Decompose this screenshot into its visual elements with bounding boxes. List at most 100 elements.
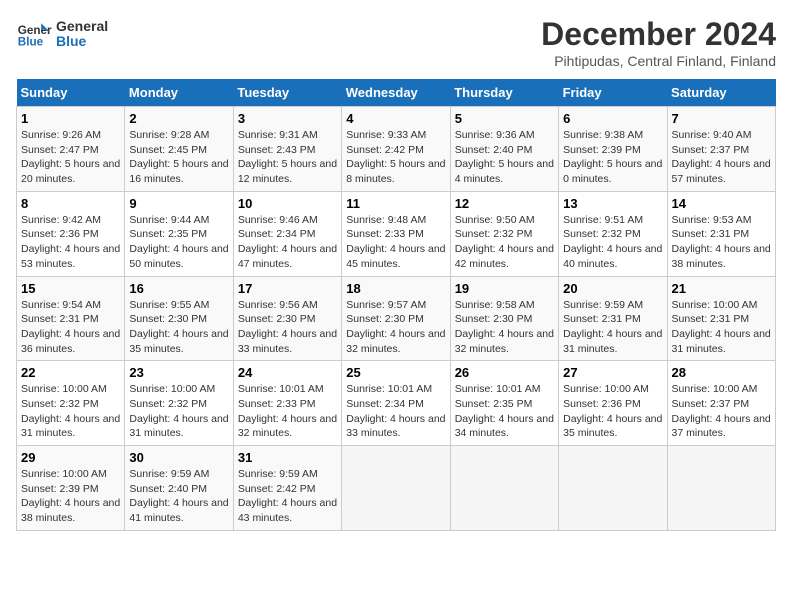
daylight: Daylight: 4 hours and 53 minutes. — [21, 243, 120, 270]
calendar-cell: 1 Sunrise: 9:26 AM Sunset: 2:47 PM Dayli… — [17, 107, 125, 192]
sunset: Sunset: 2:34 PM — [346, 398, 424, 410]
sunset: Sunset: 2:37 PM — [672, 144, 750, 156]
day-info: Sunrise: 9:57 AM Sunset: 2:30 PM Dayligh… — [346, 298, 445, 357]
day-number: 28 — [672, 365, 771, 380]
day-info: Sunrise: 9:33 AM Sunset: 2:42 PM Dayligh… — [346, 128, 445, 187]
calendar-cell: 20 Sunrise: 9:59 AM Sunset: 2:31 PM Dayl… — [559, 276, 667, 361]
daylight: Daylight: 4 hours and 40 minutes. — [563, 243, 662, 270]
daylight: Daylight: 4 hours and 38 minutes. — [21, 497, 120, 524]
daylight: Daylight: 4 hours and 47 minutes. — [238, 243, 337, 270]
sunset: Sunset: 2:45 PM — [129, 144, 207, 156]
day-number: 26 — [455, 365, 554, 380]
sunset: Sunset: 2:32 PM — [455, 228, 533, 240]
sunrise: Sunrise: 10:01 AM — [346, 383, 432, 395]
sunrise: Sunrise: 9:51 AM — [563, 214, 643, 226]
sunrise: Sunrise: 10:00 AM — [129, 383, 215, 395]
sunset: Sunset: 2:39 PM — [563, 144, 641, 156]
day-number: 16 — [129, 281, 228, 296]
sunset: Sunset: 2:32 PM — [563, 228, 641, 240]
subtitle: Pihtipudas, Central Finland, Finland — [541, 53, 776, 69]
sunset: Sunset: 2:33 PM — [238, 398, 316, 410]
calendar-cell: 18 Sunrise: 9:57 AM Sunset: 2:30 PM Dayl… — [342, 276, 450, 361]
calendar-body: 1 Sunrise: 9:26 AM Sunset: 2:47 PM Dayli… — [17, 107, 776, 531]
day-info: Sunrise: 9:44 AM Sunset: 2:35 PM Dayligh… — [129, 213, 228, 272]
sunrise: Sunrise: 9:59 AM — [563, 299, 643, 311]
day-info: Sunrise: 9:56 AM Sunset: 2:30 PM Dayligh… — [238, 298, 337, 357]
daylight: Daylight: 4 hours and 57 minutes. — [672, 158, 771, 185]
sunset: Sunset: 2:37 PM — [672, 398, 750, 410]
calendar-cell: 28 Sunrise: 10:00 AM Sunset: 2:37 PM Day… — [667, 361, 775, 446]
sunrise: Sunrise: 9:42 AM — [21, 214, 101, 226]
calendar-cell: 21 Sunrise: 10:00 AM Sunset: 2:31 PM Day… — [667, 276, 775, 361]
day-number: 29 — [21, 450, 120, 465]
sunset: Sunset: 2:36 PM — [563, 398, 641, 410]
calendar-cell: 14 Sunrise: 9:53 AM Sunset: 2:31 PM Dayl… — [667, 191, 775, 276]
day-number: 24 — [238, 365, 337, 380]
day-number: 17 — [238, 281, 337, 296]
daylight: Daylight: 5 hours and 20 minutes. — [21, 158, 120, 185]
day-info: Sunrise: 9:36 AM Sunset: 2:40 PM Dayligh… — [455, 128, 554, 187]
column-header-monday: Monday — [125, 79, 233, 107]
daylight: Daylight: 4 hours and 37 minutes. — [672, 413, 771, 440]
sunset: Sunset: 2:30 PM — [346, 313, 424, 325]
day-info: Sunrise: 9:28 AM Sunset: 2:45 PM Dayligh… — [129, 128, 228, 187]
calendar-cell: 4 Sunrise: 9:33 AM Sunset: 2:42 PM Dayli… — [342, 107, 450, 192]
day-number: 2 — [129, 111, 228, 126]
calendar-cell: 16 Sunrise: 9:55 AM Sunset: 2:30 PM Dayl… — [125, 276, 233, 361]
sunset: Sunset: 2:35 PM — [129, 228, 207, 240]
sunrise: Sunrise: 9:26 AM — [21, 129, 101, 141]
day-info: Sunrise: 10:00 AM Sunset: 2:31 PM Daylig… — [672, 298, 771, 357]
day-number: 18 — [346, 281, 445, 296]
day-number: 31 — [238, 450, 337, 465]
sunset: Sunset: 2:31 PM — [672, 313, 750, 325]
header: General Blue General Blue December 2024 … — [16, 16, 776, 69]
sunset: Sunset: 2:35 PM — [455, 398, 533, 410]
main-title: December 2024 — [541, 16, 776, 53]
column-header-friday: Friday — [559, 79, 667, 107]
sunrise: Sunrise: 9:54 AM — [21, 299, 101, 311]
day-number: 8 — [21, 196, 120, 211]
day-number: 15 — [21, 281, 120, 296]
calendar-cell — [667, 446, 775, 531]
day-number: 5 — [455, 111, 554, 126]
day-info: Sunrise: 9:59 AM Sunset: 2:40 PM Dayligh… — [129, 467, 228, 526]
sunset: Sunset: 2:39 PM — [21, 483, 99, 495]
column-header-wednesday: Wednesday — [342, 79, 450, 107]
sunrise: Sunrise: 9:50 AM — [455, 214, 535, 226]
sunset: Sunset: 2:40 PM — [455, 144, 533, 156]
daylight: Daylight: 4 hours and 33 minutes. — [238, 328, 337, 355]
daylight: Daylight: 4 hours and 38 minutes. — [672, 243, 771, 270]
sunrise: Sunrise: 9:44 AM — [129, 214, 209, 226]
calendar-cell: 29 Sunrise: 10:00 AM Sunset: 2:39 PM Day… — [17, 446, 125, 531]
day-number: 21 — [672, 281, 771, 296]
column-header-saturday: Saturday — [667, 79, 775, 107]
sunrise: Sunrise: 10:00 AM — [21, 383, 107, 395]
calendar-cell: 3 Sunrise: 9:31 AM Sunset: 2:43 PM Dayli… — [233, 107, 341, 192]
day-info: Sunrise: 10:01 AM Sunset: 2:34 PM Daylig… — [346, 382, 445, 441]
sunrise: Sunrise: 9:59 AM — [129, 468, 209, 480]
logo-blue: Blue — [56, 34, 108, 49]
sunrise: Sunrise: 9:53 AM — [672, 214, 752, 226]
sunrise: Sunrise: 9:56 AM — [238, 299, 318, 311]
day-number: 23 — [129, 365, 228, 380]
sunrise: Sunrise: 10:01 AM — [455, 383, 541, 395]
day-info: Sunrise: 9:38 AM Sunset: 2:39 PM Dayligh… — [563, 128, 662, 187]
calendar-cell: 24 Sunrise: 10:01 AM Sunset: 2:33 PM Day… — [233, 361, 341, 446]
sunrise: Sunrise: 9:36 AM — [455, 129, 535, 141]
sunset: Sunset: 2:42 PM — [346, 144, 424, 156]
daylight: Daylight: 4 hours and 43 minutes. — [238, 497, 337, 524]
title-block: December 2024 Pihtipudas, Central Finlan… — [541, 16, 776, 69]
calendar-cell: 8 Sunrise: 9:42 AM Sunset: 2:36 PM Dayli… — [17, 191, 125, 276]
day-info: Sunrise: 9:48 AM Sunset: 2:33 PM Dayligh… — [346, 213, 445, 272]
day-number: 14 — [672, 196, 771, 211]
day-info: Sunrise: 10:01 AM Sunset: 2:35 PM Daylig… — [455, 382, 554, 441]
day-number: 13 — [563, 196, 662, 211]
sunrise: Sunrise: 9:38 AM — [563, 129, 643, 141]
calendar-cell: 31 Sunrise: 9:59 AM Sunset: 2:42 PM Dayl… — [233, 446, 341, 531]
calendar-cell — [450, 446, 558, 531]
sunset: Sunset: 2:31 PM — [563, 313, 641, 325]
calendar-cell: 23 Sunrise: 10:00 AM Sunset: 2:32 PM Day… — [125, 361, 233, 446]
day-info: Sunrise: 10:00 AM Sunset: 2:37 PM Daylig… — [672, 382, 771, 441]
sunset: Sunset: 2:36 PM — [21, 228, 99, 240]
calendar-cell: 30 Sunrise: 9:59 AM Sunset: 2:40 PM Dayl… — [125, 446, 233, 531]
